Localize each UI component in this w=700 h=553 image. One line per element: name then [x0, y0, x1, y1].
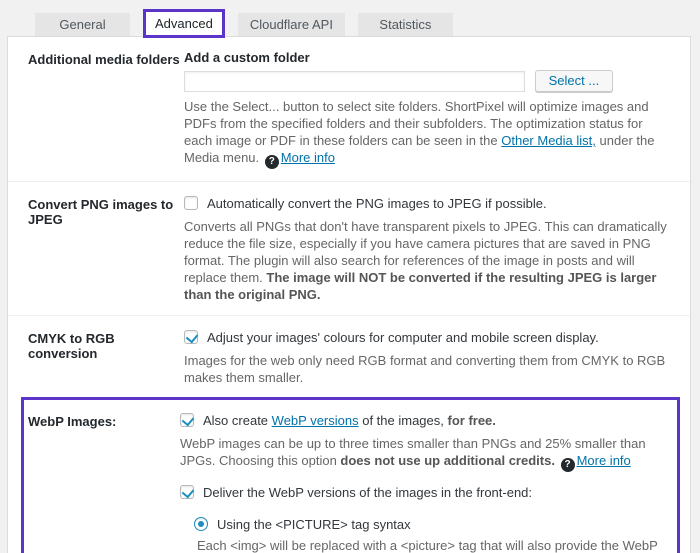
label-text: Also create	[203, 413, 272, 428]
section-label: Additional media folders	[28, 52, 180, 67]
description-text: Each <img> will be replaced with a <pict…	[197, 538, 658, 553]
section-field: Add a custom folder Select ... Use the S…	[184, 50, 674, 169]
png-to-jpeg-checkbox-label: Automatically convert the PNG images to …	[207, 196, 547, 211]
label-bold-text: for free.	[447, 413, 496, 428]
webp-more-info-link[interactable]: More info	[577, 453, 631, 468]
deliver-webp-checkbox[interactable]	[180, 485, 194, 499]
section-field: Automatically convert the PNG images to …	[184, 195, 674, 303]
png-to-jpeg-description: Converts all PNGs that don't have transp…	[184, 218, 674, 303]
section-convert-png-jpeg: Convert PNG images to JPEG Automatically…	[8, 182, 690, 316]
tab-bar: General Advanced Cloudflare API Statisti…	[0, 0, 700, 38]
png-to-jpeg-checkbox[interactable]	[184, 196, 198, 210]
section-label: Convert PNG images to JPEG	[28, 197, 174, 227]
cmyk-rgb-description: Images for the web only need RGB format …	[184, 353, 666, 385]
more-info-link[interactable]: More info	[281, 150, 335, 165]
tab-general[interactable]: General	[35, 13, 130, 36]
cmyk-rgb-checkbox-label: Adjust your images' colours for computer…	[207, 330, 599, 345]
advanced-tab-highlight: Advanced	[143, 9, 225, 38]
tab-advanced[interactable]: Advanced	[146, 12, 222, 35]
tab-cloudflare-api[interactable]: Cloudflare API	[237, 13, 345, 36]
webp-section-highlight: WebP Images: Also create WebP versions o…	[21, 397, 680, 553]
section-field: Adjust your images' colours for computer…	[184, 329, 674, 386]
webp-versions-link[interactable]: WebP versions	[272, 413, 359, 428]
section-field: Also create WebP versions of the images,…	[180, 412, 663, 553]
create-webp-checkbox[interactable]	[180, 413, 194, 427]
picture-tag-radio-label: Using the <PICTURE> tag syntax	[217, 517, 411, 532]
select-folder-button[interactable]: Select ...	[534, 70, 614, 92]
tab-statistics[interactable]: Statistics	[357, 13, 453, 36]
custom-folder-input[interactable]	[184, 70, 525, 92]
section-label: WebP Images:	[28, 414, 117, 429]
help-icon: ?	[264, 155, 279, 169]
custom-folder-title: Add a custom folder	[184, 50, 310, 65]
advanced-settings-panel: Additional media folders Add a custom fo…	[7, 36, 691, 553]
section-additional-media-folders: Additional media folders Add a custom fo…	[8, 37, 690, 182]
media-folders-description: Use the Select... button to select site …	[184, 98, 674, 169]
section-cmyk-rgb: CMYK to RGB conversion Adjust your image…	[8, 316, 690, 391]
label-text: of the images,	[358, 413, 448, 428]
picture-tag-radio[interactable]	[194, 517, 208, 531]
description-bold-text: does not use up additional credits.	[340, 453, 555, 468]
webp-description: WebP images can be up to three times sma…	[180, 435, 663, 472]
other-media-list-link[interactable]: Other Media list,	[501, 133, 596, 148]
create-webp-checkbox-label: Also create WebP versions of the images,…	[203, 412, 496, 429]
help-icon: ?	[560, 458, 575, 472]
picture-tag-description: Each <img> will be replaced with a <pict…	[197, 538, 663, 553]
section-label: CMYK to RGB conversion	[28, 331, 115, 361]
settings-page: General Advanced Cloudflare API Statisti…	[0, 0, 700, 553]
cmyk-rgb-checkbox[interactable]	[184, 330, 198, 344]
deliver-webp-checkbox-label: Deliver the WebP versions of the images …	[203, 485, 533, 500]
